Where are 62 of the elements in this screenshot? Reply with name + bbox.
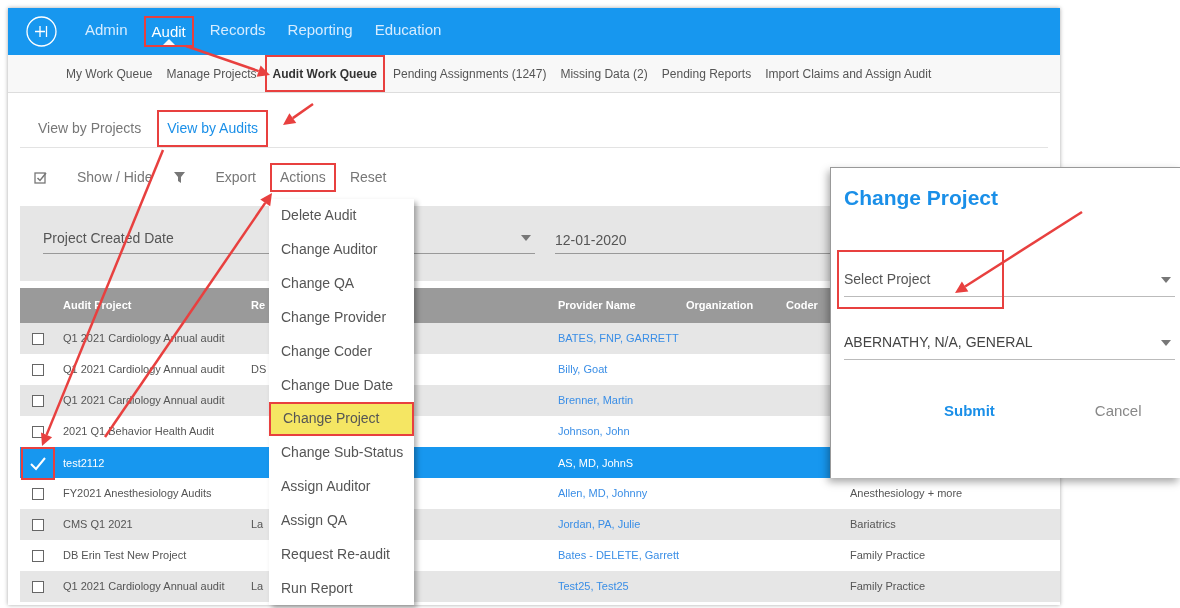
row-checkbox[interactable] [31,425,44,438]
column-header: Organization [685,298,755,314]
logo-icon [26,16,57,47]
table-cell-text: test2112 [62,456,106,472]
provider-link[interactable]: Billy, Goat [558,363,608,376]
row-checkbox[interactable] [31,394,44,407]
table-cell-text: 2021 Q1 Behavior Health Audit [62,424,216,440]
table-cell: Family Practice [850,549,926,562]
table-cell-text: FY2021 Anesthesiology Audits [62,486,213,502]
table-cell: Family Practice [850,580,926,593]
provider-link[interactable]: Bates - DELETE, Garrett [558,549,680,562]
row-checkbox[interactable] [31,332,44,345]
table-cell: La [251,580,264,593]
menu-item[interactable]: Request Re-audit [269,537,414,572]
caret-icon [521,235,531,241]
cancel-button[interactable]: Cancel [1094,399,1142,422]
provider-link[interactable]: Allen, MD, Johnny [558,487,648,500]
view-tab[interactable]: View by Projects [30,110,150,147]
toolbar-button[interactable]: Show / Hide [67,163,163,192]
select-value: ABERNATHY, N/A, GENERAL [844,333,1033,352]
subnav-tab[interactable]: Import Claims and Assign Audit [759,55,938,92]
column-header: Provider Name [557,298,637,314]
table-cell: DS [251,363,267,376]
menu-item[interactable]: Run Report [269,571,414,605]
menu-item[interactable]: Change QA [269,266,414,301]
subnav-tab[interactable]: Pending Reports [655,55,758,92]
annotation-arrow [283,102,314,125]
select-placeholder: Select Project [844,270,931,289]
subnav-tab[interactable]: Missing Data (2) [554,55,654,92]
subnav-tab[interactable]: My Work Queue [60,55,159,92]
row-checkbox[interactable] [20,447,55,480]
dialog-title: Change Project [844,185,1000,211]
table-cell-text: DB Erin Test New Project [62,548,188,564]
provider-link[interactable]: Johnson, John [558,425,630,438]
subnav-tab[interactable]: Audit Work Queue [264,55,385,92]
toolbar-button[interactable]: Reset [339,163,397,192]
filter-icon [174,172,186,183]
table-cell: Bariatrics [850,518,896,531]
checklist-icon [34,171,47,184]
row-checkbox[interactable] [31,518,44,531]
column-header: Re [250,298,267,314]
caret-icon [1161,339,1171,346]
toolbar-button[interactable]: Actions [269,163,336,192]
menu-item[interactable]: Change Auditor [269,232,414,267]
table-cell-text: Q1 2021 Cardiology Annual audit [62,579,226,595]
toolbar-button[interactable]: Export [205,163,266,192]
subnav-tab[interactable]: Manage Projects [160,55,263,92]
row-checkbox[interactable] [31,487,44,500]
caret-icon [1161,276,1171,283]
row-checkbox[interactable] [31,580,44,593]
table-cell: Anesthesiology + more [850,487,963,500]
row-checkbox[interactable] [31,363,44,376]
menu-item[interactable]: Change Project [269,401,414,436]
table-cell: La [251,518,264,531]
select-field[interactable]: ABERNATHY, N/A, GENERAL [844,326,1175,360]
column-header: Coder [785,298,819,314]
view-tab[interactable]: View by Audits [157,110,269,147]
table-cell-text: CMS Q1 2021 [62,517,134,533]
row-checkbox[interactable] [31,549,44,562]
menu-item[interactable]: Delete Audit [269,199,414,233]
check-icon [29,456,46,471]
subnav-tab[interactable]: Pending Assignments (1247) [387,55,553,92]
